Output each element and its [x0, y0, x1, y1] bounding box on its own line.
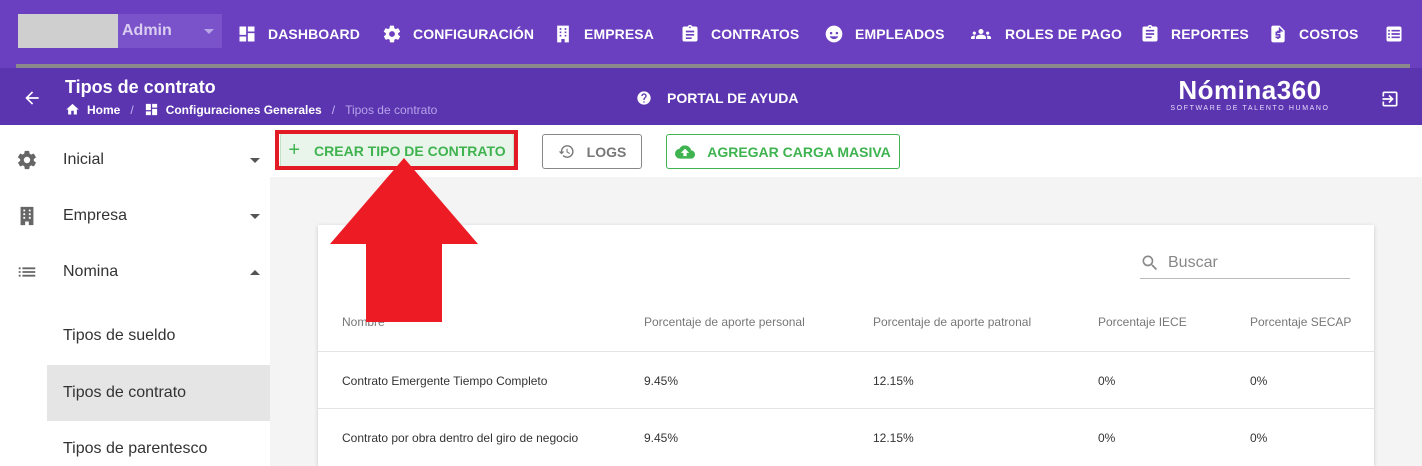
- home-icon: [66, 103, 79, 115]
- nav-item-label: DASHBOARD: [268, 26, 360, 42]
- table-cell: Contrato Emergente Tiempo Completo: [342, 374, 548, 388]
- nav-item-label: REPORTES: [1171, 26, 1249, 42]
- nav-item-label: EMPRESA: [584, 26, 654, 42]
- nav-item-configuracion[interactable]: CONFIGURACIÓN: [382, 22, 534, 46]
- sidebar-item-label: Empresa: [63, 207, 128, 224]
- bulk-button-label: AGREGAR CARGA MASIVA: [707, 143, 891, 160]
- nav-item-roles-de-pago[interactable]: ROLES DE PAGO: [968, 22, 1122, 46]
- avatar[interactable]: [18, 14, 118, 48]
- cost-file-icon: [1271, 25, 1285, 43]
- table-row[interactable]: Contrato por obra dentro del giro de neg…: [318, 408, 1374, 465]
- column-header-iece[interactable]: Porcentaje IECE: [1098, 315, 1187, 329]
- nav-item-more[interactable]: [1384, 22, 1404, 46]
- chevron-up-icon: [250, 269, 260, 275]
- user-name: Admin: [122, 22, 172, 39]
- user-select[interactable]: Admin: [118, 14, 222, 48]
- help-portal-link[interactable]: PORTAL DE AYUDA: [636, 90, 798, 106]
- report-icon: [1142, 24, 1158, 42]
- nav-item-label: EMPLEADOS: [855, 26, 945, 42]
- sidebar-subitem-label: Tipos de contrato: [63, 384, 187, 401]
- building-icon: [557, 25, 569, 43]
- list-box-icon: [1386, 26, 1402, 42]
- breadcrumb-separator: /: [331, 102, 336, 117]
- column-header-aporte-patronal[interactable]: Porcentaje de aporte patronal: [873, 315, 1031, 329]
- nav-item-label: CONTRATOS: [711, 26, 800, 42]
- column-header-secap[interactable]: Porcentaje SECAP: [1250, 315, 1351, 329]
- building-icon: [20, 206, 34, 226]
- table-cell: 12.15%: [873, 431, 914, 445]
- gear-icon: [17, 150, 36, 170]
- sidebar-item-label: Inicial: [63, 151, 104, 168]
- sidebar-item-nomina[interactable]: Nomina: [0, 244, 270, 300]
- logs-button[interactable]: LOGS: [542, 134, 642, 169]
- table-cell: 0%: [1098, 431, 1116, 445]
- sidebar-item-inicial[interactable]: Inicial: [0, 132, 270, 188]
- sidebar-subitem-label: Tipos de sueldo: [63, 327, 176, 344]
- table-cell: 0%: [1250, 374, 1268, 388]
- top-navigation: Admin DASHBOARD CONFIGURACIÓN EMPRESA CO…: [0, 0, 1422, 68]
- nav-item-label: COSTOS: [1299, 26, 1359, 42]
- logo: Nómina360 SOFTWARE DE TALENTO HUMANO: [1160, 76, 1340, 114]
- table-cell: 9.45%: [644, 374, 679, 388]
- arrow-back-icon[interactable]: [22, 88, 42, 108]
- search-input[interactable]: [1168, 253, 1338, 272]
- sidebar-item-empresa[interactable]: Empresa: [0, 188, 270, 244]
- table-cell: 12.15%: [873, 374, 914, 388]
- breadcrumb: Home / Configuraciones Generales / Tipos…: [65, 102, 437, 117]
- sidebar-subitem-tipos-de-sueldo[interactable]: Tipos de sueldo: [47, 308, 270, 364]
- nav-item-dashboard[interactable]: DASHBOARD: [237, 22, 360, 46]
- table-cell: 9.45%: [644, 431, 679, 445]
- chevron-down-icon: [250, 157, 260, 163]
- sidebar-item-label: Nomina: [63, 263, 119, 280]
- face-icon: [825, 25, 843, 43]
- logs-button-label: LOGS: [586, 143, 627, 160]
- clipboard-icon: [682, 24, 698, 42]
- nav-item-empleados[interactable]: EMPLEADOS: [824, 22, 945, 46]
- breadcrumb-configuraciones[interactable]: Configuraciones Generales: [166, 103, 322, 117]
- people-icon: [971, 29, 991, 39]
- nav-item-costos[interactable]: COSTOS: [1268, 22, 1358, 46]
- chevron-down-icon: [204, 29, 214, 34]
- breadcrumb-current: Tipos de contrato: [345, 102, 438, 117]
- nav-item-empresa[interactable]: EMPRESA: [553, 22, 654, 46]
- logo-word: Nómina360: [1178, 75, 1322, 105]
- nav-item-label: CONFIGURACIÓN: [413, 26, 535, 42]
- table-row[interactable]: Contrato Emergente Tiempo Completo 9.45%…: [318, 351, 1374, 408]
- logo-tagline: SOFTWARE DE TALENTO HUMANO: [1170, 105, 1330, 112]
- cloud-upload-icon: [675, 144, 696, 159]
- help-label: PORTAL DE AYUDA: [667, 90, 799, 106]
- page-header: Tipos de contrato Home / Configuraciones…: [0, 68, 1422, 125]
- nav-item-reportes[interactable]: REPORTES: [1140, 22, 1249, 46]
- breadcrumb-separator: /: [130, 102, 134, 117]
- page-title: Tipos de contrato: [65, 77, 216, 97]
- sidebar-subitem-tipos-de-contrato[interactable]: Tipos de contrato: [47, 365, 270, 421]
- logout-icon[interactable]: [1380, 89, 1400, 109]
- table-cell: 0%: [1098, 374, 1116, 388]
- sidebar: Inicial Empresa Nomina Tipos de sueldo T…: [0, 125, 270, 466]
- dashboard-icon: [145, 103, 157, 116]
- search-icon: [1142, 255, 1158, 270]
- bulk-upload-button[interactable]: AGREGAR CARGA MASIVA: [666, 134, 900, 169]
- annotation-arrow: [330, 158, 478, 322]
- chevron-down-icon: [250, 213, 260, 219]
- list-icon: [18, 267, 36, 277]
- table-cell: Contrato por obra dentro del giro de neg…: [342, 431, 579, 445]
- sidebar-subitem-tipos-de-parentesco[interactable]: Tipos de parentesco: [47, 421, 270, 466]
- help-icon: [637, 91, 651, 105]
- table-cell: 0%: [1250, 431, 1268, 445]
- sidebar-subitem-label: Tipos de parentesco: [63, 440, 208, 457]
- breadcrumb-home[interactable]: Home: [87, 103, 120, 117]
- dashboard-icon: [239, 26, 255, 42]
- gear-icon: [383, 25, 401, 43]
- history-icon: [558, 145, 574, 158]
- column-header-aporte-personal[interactable]: Porcentaje de aporte personal: [644, 315, 805, 329]
- search-field: [1140, 247, 1350, 279]
- nav-item-contratos[interactable]: CONTRATOS: [680, 22, 799, 46]
- nav-item-label: ROLES DE PAGO: [1005, 26, 1122, 42]
